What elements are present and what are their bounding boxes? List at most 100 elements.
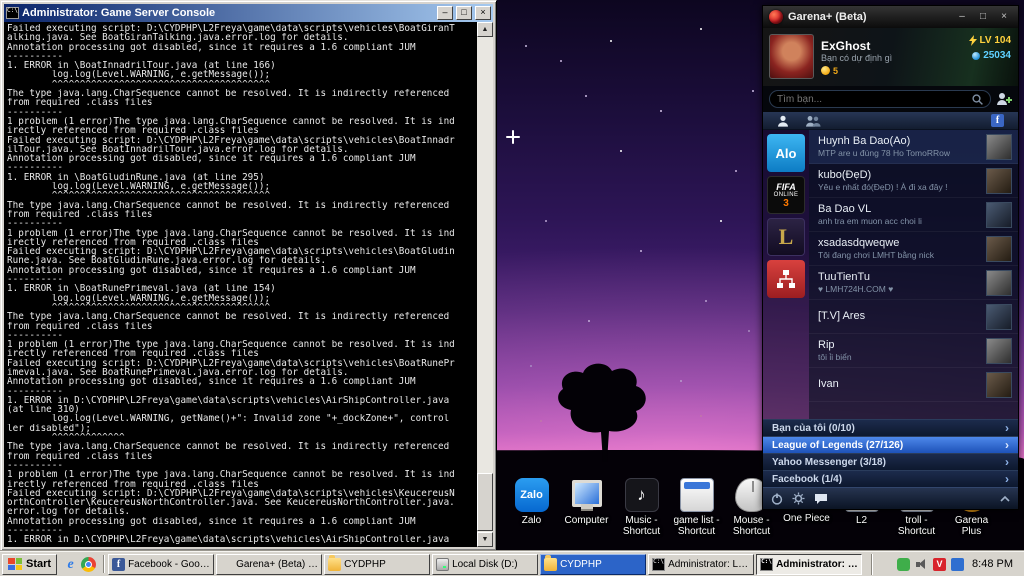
console-log-line: 1 problem (1 error)The type java.lang.Ch… <box>7 470 455 480</box>
tab-facebook[interactable] <box>991 114 1004 127</box>
settings-gear-icon[interactable] <box>792 492 805 505</box>
task-button[interactable]: CYDPHP <box>324 553 431 575</box>
friend-list-item[interactable]: Ba Dao VL anh tra em muon acc choi li <box>809 198 1018 232</box>
task-icon <box>328 554 342 571</box>
star-sparkle-decoration <box>506 130 520 144</box>
desktop-icon-label: Zalo <box>521 515 542 526</box>
task-button[interactable]: Facebook - Google Chrome <box>108 553 215 575</box>
task-icon <box>544 554 558 571</box>
close-button[interactable]: × <box>475 6 491 20</box>
group-row[interactable]: Yahoo Messenger (3/18) <box>763 453 1018 470</box>
shell-icon <box>972 51 981 60</box>
scroll-down-button[interactable]: ▼ <box>477 532 493 547</box>
friend-name: Huynh Ba Dao(Ao) <box>818 135 911 147</box>
desktop-icon-label: L2 <box>855 515 868 526</box>
app-garena-lan[interactable] <box>767 260 805 298</box>
tray-icon[interactable] <box>951 557 965 571</box>
close-button[interactable]: × <box>996 9 1012 25</box>
tab-friends[interactable] <box>777 115 789 127</box>
friend-list-item[interactable]: TuuTienTu ♥ LMH724H.COM ♥ <box>809 266 1018 300</box>
friend-list-item[interactable]: kubo(ĐẹD) Yêu e nhất đó(ĐẹD) ! À đi xa đ… <box>809 164 1018 198</box>
console-log-line: ---------- <box>7 107 63 117</box>
task-label: CYDPHP <box>560 558 602 570</box>
friend-list-item[interactable]: Rip tôi ỉi biển <box>809 334 1018 368</box>
power-icon[interactable] <box>771 493 783 505</box>
group-row[interactable]: League of Legends (27/126) <box>763 436 1018 453</box>
console-scrollbar[interactable]: ▲ ▼ <box>477 22 493 547</box>
console-log-line: 1. ERROR in \BoatInnadrilTour.java (at l… <box>7 61 276 71</box>
friend-search-box[interactable] <box>769 90 991 108</box>
friend-list-item[interactable]: Huynh Ba Dao(Ao) MTP are u đúng 78 Ho To… <box>809 130 1018 164</box>
tab-groups[interactable] <box>805 115 821 127</box>
app-fifa-online-3[interactable]: FIFA ONLINE 3 <box>767 176 805 214</box>
console-log-line: from required .class files <box>7 321 153 331</box>
console-log-line: log.log(Level.WARNING, e.getMessage()); <box>7 182 271 192</box>
friend-status: anh tra em muon acc choi li <box>818 216 922 226</box>
garena-logo-icon <box>769 10 783 24</box>
garena-titlebar[interactable]: Garena+ (Beta) – □ × <box>763 6 1018 28</box>
console-log-line: imeval.java. See BoatRunePrimeval.java.e… <box>7 367 349 378</box>
chat-icon[interactable] <box>814 493 828 505</box>
minimize-button[interactable]: – <box>954 9 970 25</box>
desktop-icon[interactable]: Zalo <box>504 478 559 537</box>
task-button[interactable]: Administrator: Game... <box>756 553 863 575</box>
scroll-thumb[interactable] <box>477 473 493 531</box>
console-log-line: ---------- <box>7 275 63 285</box>
console-log-line: 1. ERROR in D:\CYDPHP\L2Freya\game\data\… <box>7 395 450 406</box>
maximize-button[interactable]: □ <box>456 6 472 20</box>
quick-launch-icon[interactable] <box>63 557 78 572</box>
tray-icon[interactable] <box>915 558 928 571</box>
fifa-badge: 3 <box>783 197 789 209</box>
app-sidebar: Alo FIFA ONLINE 3 L <box>763 130 809 419</box>
task-button[interactable]: Garena+ (Beta) - ExGhost <box>216 553 323 575</box>
app-league-of-legends[interactable]: L <box>767 218 805 256</box>
app-alo[interactable]: Alo <box>767 134 805 172</box>
console-log-line: ^^^^^^^^^^^^^^^^^^^^^^^^^^^^^^^^^^^^^^^ <box>7 79 271 90</box>
group-row[interactable]: Facebook (1/4) <box>763 470 1018 487</box>
friend-text: TuuTienTu ♥ LMH724H.COM ♥ <box>818 271 981 294</box>
friend-text: Ba Dao VL anh tra em muon acc choi li <box>818 203 981 226</box>
group-list: Bạn của tôi (0/10) League of Legends (27… <box>763 419 1018 487</box>
friend-text: Rip tôi ỉi biển <box>818 339 981 362</box>
group-label: Yahoo Messenger (3/18) <box>772 456 886 468</box>
desktop-icon-image <box>570 478 604 512</box>
friend-list-item[interactable]: [T.V] Ares <box>809 300 1018 334</box>
console-log-line: 1 problem (1 error)The type java.lang.Ch… <box>7 228 455 238</box>
maximize-button[interactable]: □ <box>975 9 991 25</box>
scroll-up-button[interactable]: ▲ <box>477 22 493 37</box>
desktop-icon[interactable]: Computer <box>559 478 614 537</box>
task-button[interactable]: CYDPHP <box>540 553 647 575</box>
group-row[interactable]: Bạn của tôi (0/10) <box>763 419 1018 436</box>
console-log-line: Failed executing script: D:\CYDPHP\L2Fre… <box>7 488 455 499</box>
garena-window: Garena+ (Beta) – □ × ExGhost Bạn có dự đ… <box>762 5 1019 510</box>
add-friend-button[interactable] <box>996 92 1012 106</box>
console-log-line: irectly referenced from required .class … <box>7 237 259 248</box>
quick-launch-icon[interactable] <box>81 556 97 572</box>
taskbar: Start Facebook - Google Chrome Garena+ (… <box>0 551 1024 576</box>
desktop-icon[interactable]: game list - Shortcut <box>669 478 724 537</box>
start-button[interactable]: Start <box>2 553 58 575</box>
lan-network-icon <box>777 270 795 288</box>
task-button[interactable]: Local Disk (D:) <box>432 553 539 575</box>
console-log-line: from required .class files <box>7 209 153 220</box>
desktop-icon[interactable]: Music - Shortcut <box>614 478 669 537</box>
user-avatar[interactable] <box>769 34 814 79</box>
group-label: Facebook (1/4) <box>772 473 843 485</box>
console-log-line: Rune.java. See BoatGludinRune.java.error… <box>7 256 327 266</box>
task-button[interactable]: Administrator: Login Ser... <box>648 553 755 575</box>
friend-list-item[interactable]: xsadasdqweqwe Tôi đang chơi LMHT bằng ni… <box>809 232 1018 266</box>
console-titlebar[interactable]: Administrator: Game Server Console – □ × <box>4 4 493 22</box>
friend-avatar <box>986 167 1012 194</box>
minimize-button[interactable]: – <box>437 6 453 20</box>
emoticon-row: 5 <box>821 66 892 76</box>
friend-search-input[interactable] <box>777 93 972 105</box>
friend-list-item[interactable]: Ivan <box>809 368 1018 402</box>
friend-avatar <box>986 235 1012 262</box>
garena-body: Alo FIFA ONLINE 3 L Huynh Ba Dao(Ao) MTP… <box>763 130 1018 419</box>
user-status-message[interactable]: Bạn có dự định gì <box>821 53 892 64</box>
tray-icon[interactable] <box>897 557 911 571</box>
taskbar-clock[interactable]: 8:48 PM <box>969 558 1013 570</box>
tray-icon[interactable] <box>933 557 947 571</box>
expand-icon[interactable] <box>1000 494 1010 504</box>
console-log-line: ilTour.java. See BoatInnadrilTour.java.e… <box>7 144 349 155</box>
